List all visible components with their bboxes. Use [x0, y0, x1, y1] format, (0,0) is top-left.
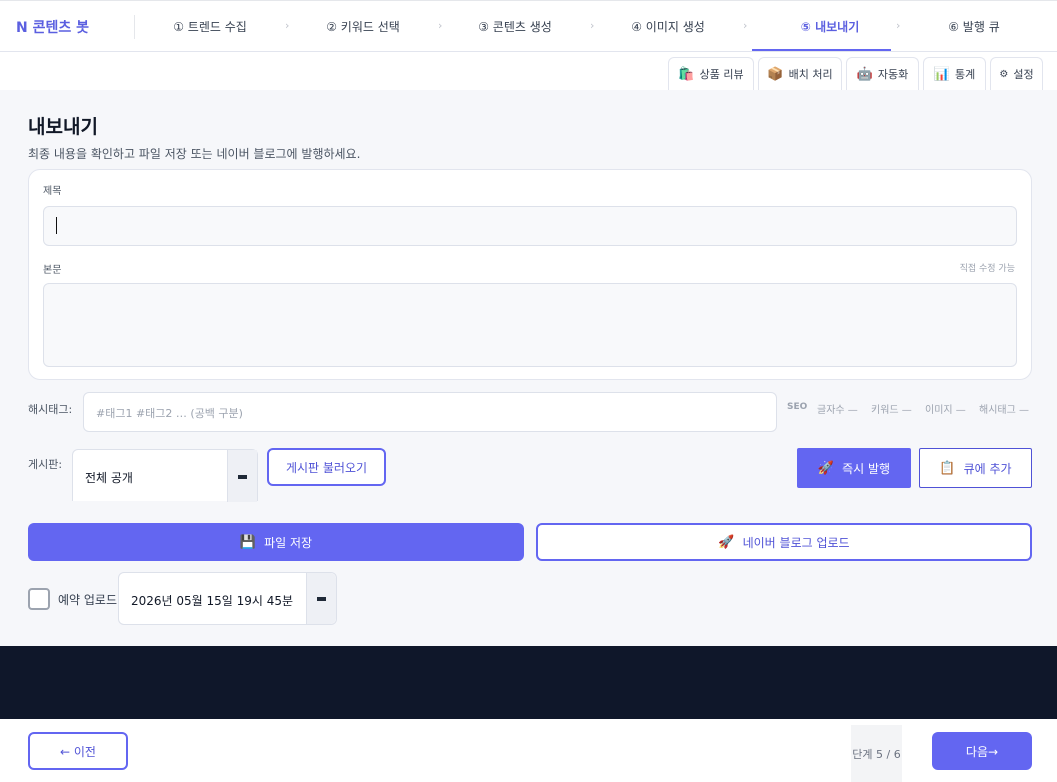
seo-char-count: 글자수 — [817, 405, 858, 416]
seo-label: SEO [787, 402, 808, 412]
bar-chart-icon: 📊 [933, 66, 950, 82]
dropdown-arrow-icon[interactable] [306, 573, 336, 624]
title-input[interactable] [43, 206, 1017, 246]
prev-button[interactable]: ← 이전 [28, 732, 128, 770]
add-to-queue-button[interactable]: 📋 큐에 추가 [919, 448, 1032, 488]
dark-band [0, 646, 1057, 719]
editor-card: 제목 본문 직접 수정 가능 [28, 169, 1032, 380]
brand-divider [134, 15, 135, 39]
step-tab-keyword[interactable]: ② 키워드 선택 [293, 18, 433, 35]
save-file-button[interactable]: 💾 파일 저장 [28, 523, 524, 561]
next-label: 다음→ [965, 744, 999, 759]
page-title: 내보내기 [28, 116, 98, 138]
instant-publish-button[interactable]: 🚀 즉시 발행 [797, 448, 911, 488]
subtab-product-review[interactable]: 🛍️ 상품 리뷰 [668, 57, 754, 90]
subtab-batch[interactable]: 📦 배치 처리 [758, 57, 842, 90]
body-label: 본문 [43, 265, 62, 276]
brand-logo[interactable]: N 콘텐츠 봇 [16, 17, 89, 37]
package-icon: 📦 [767, 66, 784, 82]
load-board-label: 게시판 불러오기 [285, 460, 368, 475]
subtab-automation[interactable]: 🤖 자동화 [846, 57, 919, 90]
seo-hashtag: 해시태그 — [979, 405, 1029, 416]
chevron-right-icon: › [438, 19, 443, 32]
board-label: 게시판: [28, 458, 63, 471]
subtab-settings[interactable]: ⚙ 설정 [990, 57, 1043, 90]
rocket-icon: 🚀 [817, 460, 835, 476]
shopping-bags-icon: 🛍️ [678, 66, 695, 82]
footer-nav: ← 이전 단계 5 / 6 다음→ [0, 719, 1057, 782]
step-counter: 단계 5 / 6 [851, 725, 902, 782]
active-step-indicator [752, 49, 891, 51]
step-tab-queue[interactable]: ⑥ 발행 큐 [904, 18, 1044, 35]
instant-publish-label: 즉시 발행 [842, 461, 891, 476]
subtab-label: 통계 [954, 68, 976, 81]
step-tab-export[interactable]: ⑤ 내보내기 [760, 18, 900, 35]
schedule-checkbox[interactable] [28, 588, 50, 610]
add-to-queue-label: 큐에 추가 [963, 461, 1012, 476]
step-tab-image[interactable]: ④ 이미지 생성 [598, 18, 738, 35]
schedule-label: 예약 업로드 [58, 593, 118, 607]
subtabs-bar: 🛍️ 상품 리뷰 📦 배치 처리 🤖 자동화 📊 통계 ⚙ 설정 [0, 52, 1057, 90]
floppy-disk-icon: 💾 [239, 534, 257, 550]
step-tab-trend[interactable]: ① 트렌드 수집 [140, 18, 280, 35]
schedule-datetime-value: 2026년 05월 15일 19시 45분 [131, 594, 294, 608]
subtab-stats[interactable]: 📊 통계 [923, 57, 986, 90]
page-subtitle: 최종 내용을 확인하고 파일 저장 또는 네이버 블로그에 발행하세요. [28, 147, 361, 161]
load-board-button[interactable]: 게시판 불러오기 [267, 448, 386, 486]
step-tab-content[interactable]: ③ 콘텐츠 생성 [445, 18, 585, 35]
seo-image: 이미지 — [925, 405, 966, 416]
body-textarea[interactable] [43, 283, 1017, 367]
chevron-right-icon: › [743, 19, 748, 32]
body-edit-hint: 직접 수정 가능 [959, 264, 1015, 274]
naver-upload-button[interactable]: 🚀 네이버 블로그 업로드 [536, 523, 1032, 561]
next-button[interactable]: 다음→ [932, 732, 1032, 770]
clipboard-icon: 📋 [939, 460, 956, 476]
subtab-label: 설정 [1013, 68, 1034, 81]
chevron-right-icon: › [590, 19, 595, 32]
gear-icon: ⚙ [999, 68, 1009, 80]
subtab-label: 상품 리뷰 [699, 68, 744, 81]
export-panel: 내보내기 최종 내용을 확인하고 파일 저장 또는 네이버 블로그에 발행하세요… [0, 90, 1057, 646]
subtab-label: 배치 처리 [788, 68, 833, 81]
text-caret [56, 217, 57, 234]
dropdown-arrow-icon[interactable] [227, 450, 257, 502]
board-selected-value: 전체 공개 [85, 471, 133, 485]
title-label: 제목 [43, 186, 62, 197]
chevron-right-icon: › [285, 19, 290, 32]
hashtag-label: 해시태그: [28, 403, 73, 416]
board-select[interactable]: 전체 공개 [72, 449, 258, 502]
top-nav: N 콘텐츠 봇 ① 트렌드 수집 › ② 키워드 선택 › ③ 콘텐츠 생성 ›… [0, 0, 1057, 52]
prev-label: ← 이전 [60, 744, 96, 759]
seo-keyword: 키워드 — [871, 405, 912, 416]
chevron-right-icon: › [896, 19, 901, 32]
subtab-label: 자동화 [877, 68, 909, 81]
hashtag-input[interactable]: #태그1 #태그2 … (공백 구분) [83, 392, 777, 432]
save-file-label: 파일 저장 [264, 535, 313, 550]
schedule-datetime-select[interactable]: 2026년 05월 15일 19시 45분 [118, 572, 337, 625]
rocket-icon: 🚀 [718, 534, 735, 550]
robot-icon: 🤖 [856, 66, 873, 82]
naver-upload-label: 네이버 블로그 업로드 [742, 535, 850, 550]
